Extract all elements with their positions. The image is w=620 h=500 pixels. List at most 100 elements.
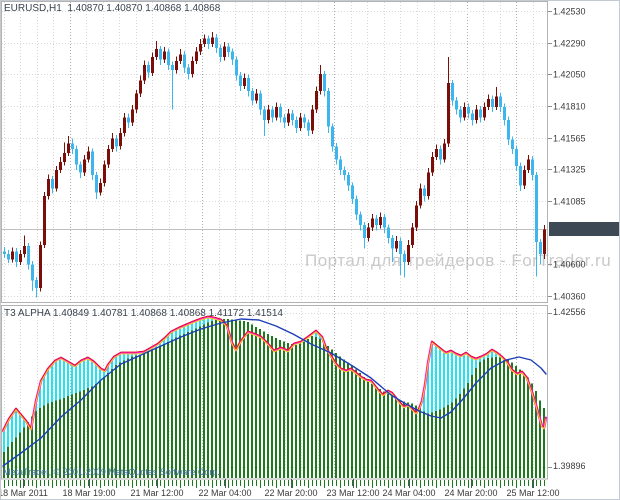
minor-time-tick	[428, 480, 429, 486]
green-bar	[103, 377, 105, 478]
green-bar	[491, 357, 493, 478]
green-bar	[447, 405, 449, 478]
minor-time-tick	[528, 480, 529, 486]
minor-time-tick	[124, 480, 125, 486]
candle-body	[83, 159, 86, 173]
minor-time-tick	[404, 480, 405, 488]
minor-time-tick	[296, 480, 297, 486]
minor-time-tick	[340, 480, 341, 488]
minor-time-tick	[68, 480, 69, 488]
minor-time-tick	[284, 480, 285, 486]
candle-body	[35, 280, 38, 289]
green-bar	[359, 373, 361, 478]
candle-body	[87, 151, 90, 160]
candle-body	[211, 37, 214, 44]
candle-body	[335, 146, 338, 160]
candle-body	[531, 159, 534, 176]
green-bar	[411, 403, 413, 478]
minor-time-tick	[84, 480, 85, 488]
minor-time-tick	[536, 480, 537, 486]
green-bar	[135, 355, 137, 478]
candle-body	[23, 246, 26, 254]
green-bar	[451, 402, 453, 478]
green-bar	[123, 360, 125, 478]
green-bar	[131, 356, 133, 478]
green-bar	[307, 339, 309, 478]
mt4-chart-window: Портал для трейдеров - ForTrader.ru 1.42…	[0, 0, 620, 500]
green-bar	[107, 373, 109, 478]
candle-body	[367, 227, 370, 239]
minor-time-tick	[32, 480, 33, 486]
candle-body	[291, 113, 294, 120]
minor-time-tick	[332, 480, 333, 486]
green-bar	[467, 383, 469, 478]
candle-body	[263, 109, 266, 120]
price-tick	[548, 74, 552, 75]
candle-body	[131, 109, 134, 123]
green-bar	[319, 338, 321, 478]
candle-body	[315, 91, 318, 110]
minor-time-tick	[460, 480, 461, 486]
aqua-bar	[443, 351, 445, 409]
minor-time-tick	[504, 480, 505, 486]
minor-time-tick	[92, 480, 93, 486]
aqua-bar	[455, 354, 457, 400]
candle-body	[303, 117, 306, 123]
candle-body	[243, 78, 246, 86]
candle-body	[103, 164, 106, 184]
candle-body	[451, 83, 454, 101]
candle-body	[167, 51, 170, 65]
candle-body	[7, 254, 10, 260]
time-axis-label: 22 Mar 04:00	[198, 488, 251, 498]
minor-time-tick	[264, 480, 265, 486]
minor-time-tick	[60, 480, 61, 486]
minor-time-tick	[380, 480, 381, 486]
candle-body	[331, 126, 334, 147]
candle-body	[439, 148, 442, 160]
green-bar	[503, 358, 505, 478]
minor-time-tick	[516, 480, 517, 488]
minor-time-tick	[48, 480, 49, 486]
green-bar	[287, 343, 289, 478]
time-label-tick	[409, 479, 410, 488]
main-chart-frame	[1, 1, 548, 303]
minor-time-tick	[476, 480, 477, 486]
minor-time-tick	[360, 480, 361, 486]
candle-body	[427, 172, 430, 197]
minor-time-tick	[424, 480, 425, 486]
candle-body	[31, 264, 34, 281]
minor-time-tick	[408, 480, 409, 486]
minor-time-tick	[492, 480, 493, 486]
candle-body	[235, 59, 238, 76]
time-axis-label: 18 Mar 19:00	[62, 488, 115, 498]
candle-body	[107, 148, 110, 165]
minor-time-tick	[344, 480, 345, 486]
green-bar	[283, 341, 285, 478]
minor-time-tick	[276, 480, 277, 488]
green-bar	[247, 322, 249, 478]
indicator-label: T3 ALPHA 1.40849 1.40781 1.40868 1.40868…	[4, 308, 283, 319]
candle-body	[67, 143, 70, 153]
minor-time-tick	[20, 480, 21, 488]
green-bar	[203, 324, 205, 478]
time-axis-label: 25 Mar 12:00	[506, 488, 559, 498]
minor-time-tick	[480, 480, 481, 486]
candles	[3, 32, 546, 298]
minor-time-tick	[368, 480, 369, 486]
candle-body	[187, 67, 190, 75]
green-bar	[507, 360, 509, 478]
green-bar	[355, 369, 357, 478]
green-bar	[299, 343, 301, 478]
minor-time-tick	[236, 480, 237, 486]
minor-time-tick	[488, 480, 489, 486]
chart-canvas[interactable]: 1.42530 1.42290 1.42050 1.41810 1.41565 1.413…	[1, 1, 620, 500]
green-bar	[179, 335, 181, 478]
green-bar	[83, 389, 85, 478]
candle-body	[251, 91, 254, 101]
green-bar	[471, 375, 473, 478]
chart-title: EURUSD,H1 1.40870 1.40870 1.40868 1.4086…	[4, 3, 221, 14]
green-bar	[383, 391, 385, 478]
green-bar	[415, 405, 417, 478]
green-bar	[351, 365, 353, 478]
aqua-bar	[87, 358, 89, 390]
